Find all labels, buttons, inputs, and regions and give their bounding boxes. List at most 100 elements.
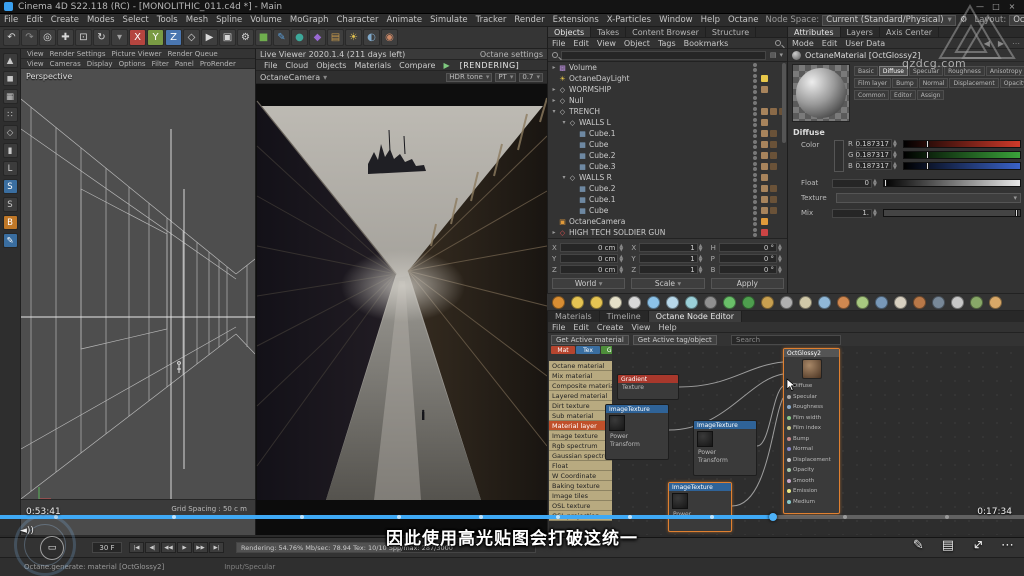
menu-item[interactable]: Render (510, 15, 548, 25)
objects-search-input[interactable] (561, 50, 766, 60)
octane-camera-tag-icon[interactable] (894, 295, 907, 309)
object-tree-row[interactable]: ▦ Cube.1 (548, 194, 788, 205)
stepper-icon[interactable]: ▲ ▼ (893, 161, 899, 170)
render-picture-viewer-icon[interactable]: ▣ (219, 29, 236, 46)
texture-dropdown[interactable]: ▾ (836, 193, 1021, 203)
menu-item[interactable]: X-Particles (603, 15, 655, 25)
stepper-icon[interactable]: ▲ ▼ (873, 179, 879, 188)
octane-arealight-icon[interactable] (590, 295, 603, 309)
playhead[interactable] (769, 513, 778, 521)
menu-item[interactable]: Tools (153, 15, 182, 25)
menu-item[interactable]: Create (47, 15, 83, 25)
get-active-tag-button[interactable]: Get Active tag/object (632, 334, 717, 345)
menu-item[interactable]: File (0, 15, 22, 25)
octane-fog-icon[interactable] (685, 295, 698, 309)
objects-menu-item[interactable]: Edit (569, 39, 593, 48)
object-tag-icon[interactable] (779, 218, 786, 225)
live-selection-icon[interactable]: ◎ (39, 29, 56, 46)
fullscreen-icon[interactable]: ↕ (968, 536, 986, 554)
visibility-dots[interactable] (753, 228, 757, 238)
coordinate-value-input[interactable]: 1 (639, 254, 698, 263)
visibility-dots[interactable] (753, 74, 757, 84)
object-tree-row[interactable]: ▸ ◇ WORMSHIP (548, 84, 788, 95)
menu-item[interactable]: Volume (246, 15, 286, 25)
object-tag-icon[interactable] (779, 229, 786, 236)
object-tag-icon[interactable] (770, 152, 777, 159)
viewer-menu-item[interactable]: Materials (350, 61, 395, 70)
stepper-icon[interactable]: ▲ ▼ (778, 254, 784, 263)
material-tab[interactable]: Displacement (949, 78, 999, 88)
visibility-dots[interactable] (753, 107, 757, 117)
object-tag-icon[interactable] (779, 152, 786, 159)
object-tag-icon[interactable] (770, 174, 777, 181)
node-port[interactable]: Bump (784, 434, 839, 445)
object-tree-row[interactable]: ▦ Cube.2 (548, 183, 788, 194)
octane-settings-icon[interactable] (951, 295, 964, 309)
object-tree-row[interactable]: ☀ OctaneDayLight (548, 73, 788, 84)
object-tree-row[interactable]: ▸ ◇ Null (548, 95, 788, 106)
redo-icon[interactable]: ↷ (21, 29, 38, 46)
object-tag-icon[interactable] (761, 97, 768, 104)
scale-icon[interactable]: ⊡ (75, 29, 92, 46)
coord-system-dropdown[interactable]: World ▾ (552, 278, 626, 289)
viewport-menu-item[interactable]: View (24, 50, 47, 58)
expand-arrow-icon[interactable]: ▾ (560, 119, 568, 126)
viewport-menu-item[interactable]: Cameras (47, 60, 84, 68)
visibility-dots[interactable] (753, 206, 757, 216)
object-tag-icon[interactable] (761, 119, 768, 126)
channel-value-input[interactable]: 0.187317 (856, 150, 892, 159)
menu-item[interactable]: Tracker (472, 15, 511, 25)
coordinate-value-input[interactable]: 0 cm (560, 265, 619, 274)
expand-arrow-icon[interactable]: ▸ (550, 97, 558, 104)
stepper-icon[interactable]: ▲ ▼ (893, 150, 899, 159)
object-tag-icon[interactable] (770, 75, 777, 82)
coordinate-value-input[interactable]: 0 ° (718, 265, 777, 274)
coordinate-value-input[interactable]: 0 cm (560, 254, 619, 263)
viewport-menu-item[interactable]: Render Settings (47, 50, 109, 58)
octane-instance-icon[interactable] (723, 295, 736, 309)
material-tab[interactable]: Editor (890, 90, 916, 100)
object-tree-row[interactable]: ▦ Cube (548, 205, 788, 216)
objects-tab[interactable]: Content Browser (626, 27, 706, 37)
menu-item[interactable]: Edit (22, 15, 46, 25)
node-type-item[interactable]: Gaussian spectrum (549, 451, 612, 461)
visibility-dots[interactable] (753, 162, 757, 172)
visibility-dots[interactable] (753, 140, 757, 150)
visibility-dots[interactable] (753, 85, 757, 95)
material-tab[interactable]: Anisotropy (985, 66, 1024, 76)
octane-displacement-icon[interactable] (932, 295, 945, 309)
stepper-icon[interactable]: ▲ ▼ (619, 243, 625, 252)
object-tag-icon[interactable] (761, 207, 768, 214)
channel-slider[interactable] (903, 161, 1021, 170)
add-spline-icon[interactable]: ✎ (273, 29, 290, 46)
object-tag-icon[interactable] (761, 141, 768, 148)
object-tag-icon[interactable] (761, 108, 768, 115)
viewer-camera-label[interactable]: OctaneCamera (260, 73, 320, 82)
visibility-dots[interactable] (753, 184, 757, 194)
chapter-marker[interactable] (172, 515, 177, 519)
object-tag-icon[interactable] (770, 207, 777, 214)
menu-item[interactable]: Octane (724, 15, 763, 25)
pen-icon[interactable]: ✎ (2, 233, 18, 248)
chapter-marker[interactable] (627, 515, 632, 519)
objects-tab[interactable]: Objects (548, 27, 592, 37)
perspective-viewport[interactable]: Perspective Grid Spacing : 50 c m (21, 69, 255, 517)
last-tool-dropdown-icon[interactable]: ▾ (111, 29, 128, 46)
filter-chip[interactable]: Mat (551, 346, 575, 354)
object-tree-row[interactable]: ▣ OctaneCamera (548, 216, 788, 227)
object-tag-icon[interactable] (770, 108, 777, 115)
chapter-marker[interactable] (709, 515, 714, 519)
object-tag-icon[interactable] (779, 174, 786, 181)
render-settings-icon[interactable]: ⚙ (237, 29, 254, 46)
kernel-dropdown[interactable]: PT ▾ (495, 72, 517, 82)
channel-slider[interactable] (903, 150, 1021, 159)
viewer-menu-item[interactable]: Objects (312, 61, 350, 70)
color-swatch[interactable] (834, 140, 844, 172)
stepper-icon[interactable]: ▲ ▼ (778, 243, 784, 252)
axis-mode-icon[interactable]: L (2, 161, 18, 176)
attributes-tab[interactable]: Attributes (788, 27, 841, 37)
menu-item[interactable]: MoGraph (286, 15, 333, 25)
channel-value-input[interactable]: 0.187317 (856, 161, 892, 170)
node-search-input[interactable]: Search (731, 334, 841, 345)
edit-icon[interactable]: ✎ (913, 538, 924, 553)
